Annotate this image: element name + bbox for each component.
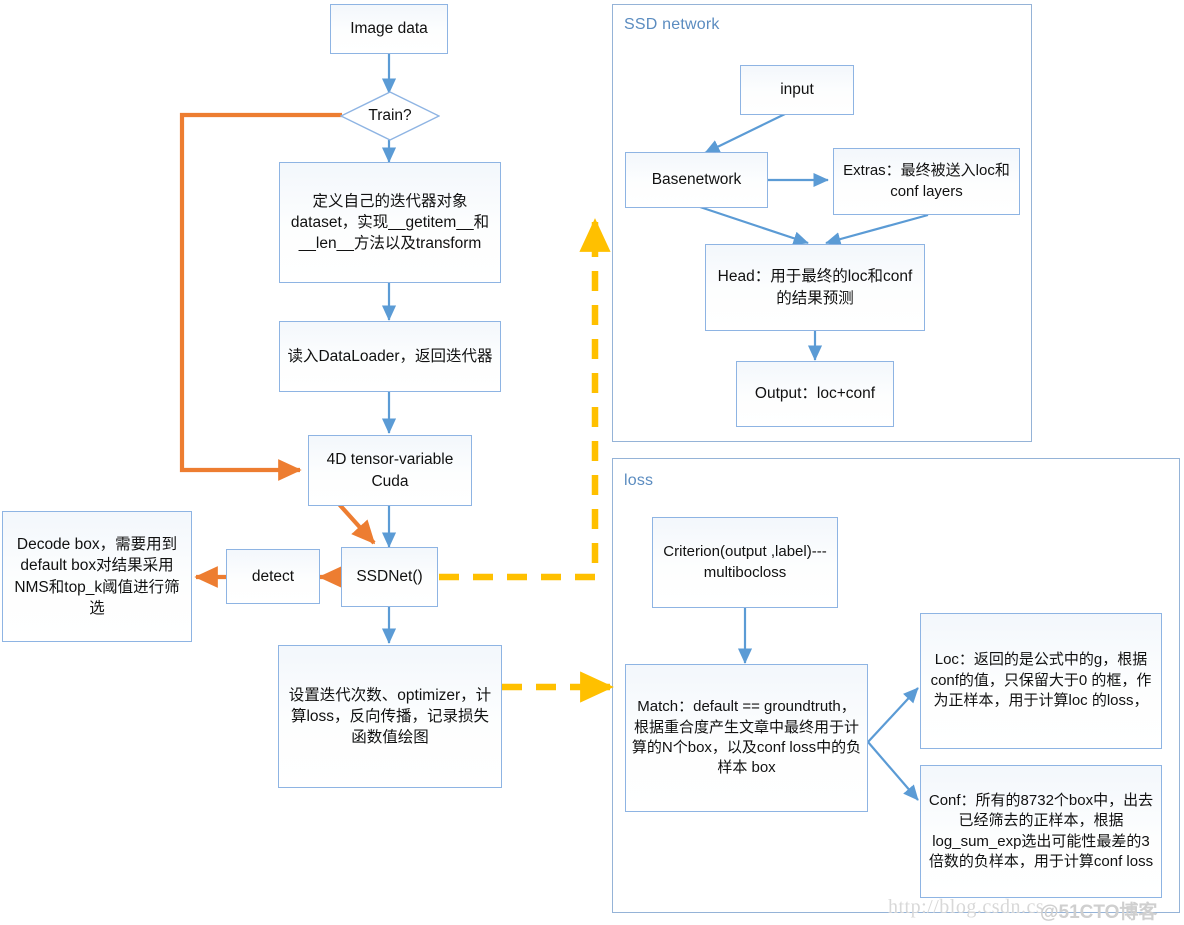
node-extras[interactable]: Extras：最终被送入loc和conf layers xyxy=(833,148,1020,215)
node-loc[interactable]: Loc：返回的是公式中的g，根据conf的值，只保留大于0 的框，作为正样本，用… xyxy=(920,613,1162,749)
node-input[interactable]: input xyxy=(740,65,854,115)
node-dataset-definition[interactable]: 定义自己的迭代器对象dataset，实现__getitem__和__len__方… xyxy=(279,162,501,283)
panel-ssd-network-title: SSD network xyxy=(624,16,720,33)
node-output[interactable]: Output：loc+conf xyxy=(736,361,894,427)
node-decode-box[interactable]: Decode box，需要用到default box对结果采用NMS和top_k… xyxy=(2,511,192,642)
node-basenetwork[interactable]: Basenetwork xyxy=(625,152,768,208)
node-image-data[interactable]: Image data xyxy=(330,4,448,54)
node-train-decision-label: Train? xyxy=(368,107,412,124)
flowchart-canvas: SSD network loss Image data Train? 定义自己的… xyxy=(0,0,1184,925)
node-head[interactable]: Head：用于最终的loc和conf的结果预测 xyxy=(705,244,925,331)
node-dataloader[interactable]: 读入DataLoader，返回迭代器 xyxy=(279,321,501,392)
node-criterion[interactable]: Criterion(output ,label)---multibocloss xyxy=(652,517,838,608)
node-train-loop[interactable]: 设置迭代次数、optimizer，计算loss，反向传播，记录损失函数值绘图 xyxy=(278,645,502,788)
node-train-decision[interactable]: Train? xyxy=(340,91,440,141)
node-ssdnet[interactable]: SSDNet() xyxy=(341,547,438,607)
node-tensor-cuda[interactable]: 4D tensor-variable Cuda xyxy=(308,435,472,506)
panel-loss-title: loss xyxy=(624,472,654,489)
watermark-tag: @51CTO博客 xyxy=(1040,902,1158,923)
watermark-url: http://blog.csdn.cs xyxy=(888,896,1045,918)
node-match[interactable]: Match：default == groundtruth，根据重合度产生文章中最… xyxy=(625,664,868,812)
node-detect[interactable]: detect xyxy=(226,549,320,604)
node-conf[interactable]: Conf：所有的8732个box中，出去已经筛去的正样本，根据log_sum_e… xyxy=(920,765,1162,898)
